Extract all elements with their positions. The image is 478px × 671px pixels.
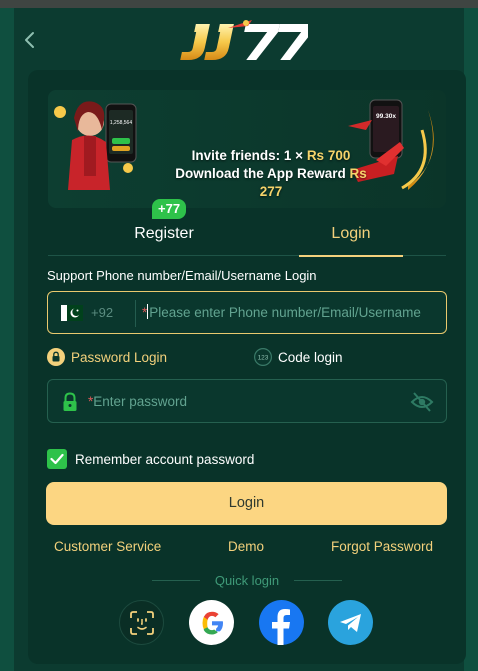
- account-field-label: Support Phone number/Email/Username Logi…: [47, 268, 317, 283]
- login-mode-switch: Password Login 123 Code login: [47, 347, 447, 367]
- promo-banner[interactable]: 1,258,564 99.30x Invite friends: 1 × Rs …: [48, 90, 446, 208]
- promo-line-2: Download the App Reward Rs 277: [166, 165, 376, 201]
- telegram-icon: [339, 613, 361, 632]
- tab-login[interactable]: Login: [291, 213, 411, 257]
- pakistan-flag-icon[interactable]: [61, 305, 83, 321]
- password-input[interactable]: *Enter password: [88, 394, 187, 409]
- code-login-option[interactable]: 123 Code login: [254, 347, 343, 367]
- country-code[interactable]: +92: [91, 305, 113, 320]
- account-input-field[interactable]: +92 * Please enter Phone number/Email/Use…: [47, 291, 447, 334]
- demo-link[interactable]: Demo: [228, 539, 264, 554]
- forgot-password-link[interactable]: Forgot Password: [331, 539, 433, 554]
- facebook-login-button[interactable]: [259, 600, 304, 645]
- register-bonus-badge: +77: [152, 199, 187, 219]
- back-arrow-icon[interactable]: [20, 28, 40, 52]
- password-input-field[interactable]: *Enter password: [47, 379, 447, 423]
- code-123-icon: 123: [254, 348, 272, 366]
- google-icon: [202, 611, 223, 634]
- remember-password-toggle[interactable]: Remember account password: [47, 448, 254, 470]
- footer-links: Customer Service Demo Forgot Password: [28, 539, 466, 557]
- phone-multiplier-text: 99.30x: [376, 113, 396, 120]
- login-button[interactable]: Login: [46, 482, 447, 525]
- face-login-button[interactable]: [119, 600, 164, 645]
- quick-login-label: Quick login: [214, 573, 280, 588]
- code-icon-text: 123: [258, 355, 269, 362]
- password-login-label: Password Login: [71, 349, 168, 365]
- google-login-button[interactable]: [189, 600, 234, 645]
- password-placeholder: Enter password: [93, 394, 188, 409]
- eye-hidden-icon[interactable]: [410, 391, 434, 413]
- password-login-option[interactable]: Password Login: [47, 347, 167, 367]
- auth-tabs: Register +77 Login: [48, 199, 446, 257]
- tab-login-label: Login: [331, 225, 371, 242]
- quick-login-divider: Quick login: [28, 572, 466, 590]
- facebook-icon: [272, 609, 290, 645]
- remember-checkbox[interactable]: [47, 449, 67, 469]
- quick-login-line-right: [294, 580, 342, 581]
- promo-line-1: Invite friends: 1 × Rs 700: [166, 147, 376, 165]
- promo-text: Invite friends: 1 × Rs 700 Download the …: [166, 147, 376, 201]
- brand-logo: [180, 20, 308, 60]
- tab-register[interactable]: Register: [104, 213, 224, 256]
- quick-login-line-left: [152, 580, 200, 581]
- code-login-label: Code login: [278, 349, 343, 365]
- field-divider: [135, 300, 136, 327]
- telegram-login-button[interactable]: [328, 600, 373, 645]
- tab-register-label: Register: [134, 225, 194, 242]
- customer-service-link[interactable]: Customer Service: [54, 539, 161, 554]
- background-side-right: [464, 8, 478, 671]
- lock-icon: [63, 392, 77, 411]
- face-id-icon: [129, 610, 154, 635]
- login-card: 1,258,564 99.30x Invite friends: 1 × Rs …: [28, 70, 466, 664]
- promo-line1-amount: Rs 700: [306, 148, 351, 163]
- remember-label: Remember account password: [75, 451, 255, 467]
- promo-line1-prefix: Invite friends: 1 ×: [191, 148, 307, 163]
- checkmark-icon: [50, 453, 64, 465]
- account-placeholder: Please enter Phone number/Email/Username: [149, 305, 421, 320]
- promo-line2-prefix: Download the App Reward: [175, 166, 350, 181]
- account-input[interactable]: * Please enter Phone number/Email/Usernam…: [142, 304, 421, 320]
- background-side-left: [0, 8, 14, 671]
- lock-circle-icon: [47, 348, 65, 366]
- browser-top-bar: [0, 0, 478, 8]
- phone-small-text: 1,258,564: [110, 120, 132, 126]
